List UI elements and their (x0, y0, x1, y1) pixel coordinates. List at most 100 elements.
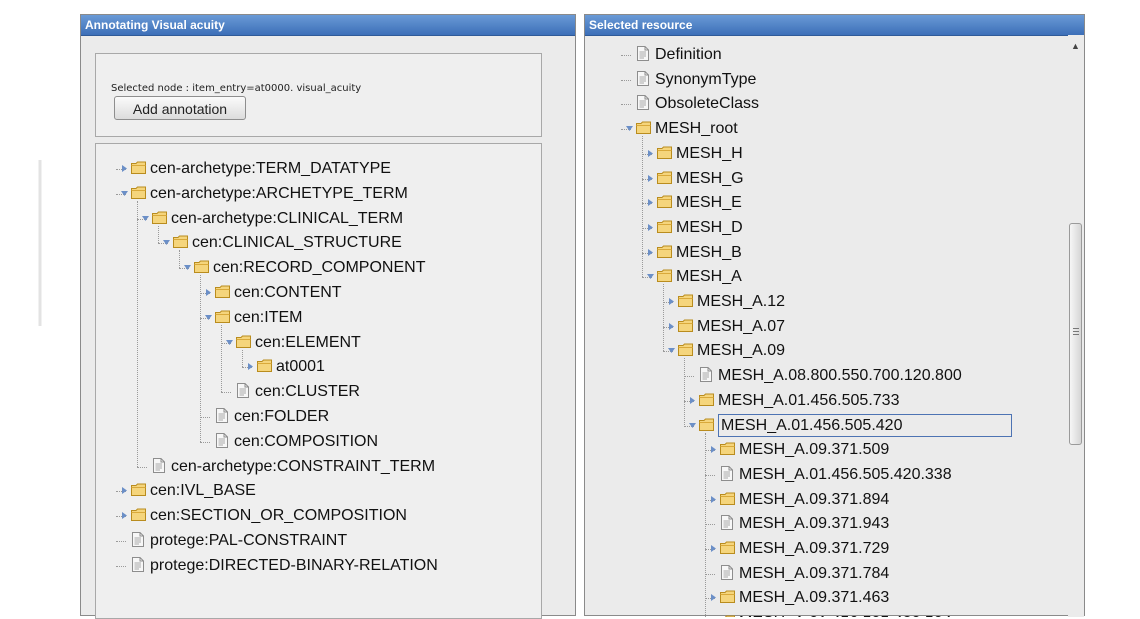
tree-node-mesh-d[interactable]: MESH_D (585, 217, 1070, 239)
vertical-scrollbar[interactable]: ▲ (1068, 35, 1084, 617)
tree-node-mesh-a-09-371-509[interactable]: MESH_A.09.371.509 (585, 439, 1070, 461)
expand-arrow-icon[interactable] (709, 544, 718, 553)
tree-node-mesh-a-09[interactable]: MESH_A.09 (585, 340, 1070, 362)
tree-node-mesh-g[interactable]: MESH_G (585, 168, 1070, 190)
tree-node-label[interactable]: MESH_A.09.371.784 (739, 563, 889, 584)
tree-node-label[interactable]: cen:FOLDER (234, 406, 329, 427)
add-annotation-button[interactable]: Add annotation (114, 96, 246, 120)
tree-node-label[interactable]: cen:ITEM (234, 307, 302, 328)
tree-node-label[interactable]: MESH_A.09.371.729 (739, 538, 889, 559)
tree-node-cen-folder[interactable]: cen:FOLDER (96, 406, 541, 428)
expand-arrow-icon[interactable] (709, 445, 718, 454)
tree-node-mesh-a[interactable]: MESH_A (585, 266, 1070, 288)
expand-arrow-icon[interactable] (646, 149, 655, 158)
tree-node-label[interactable]: MESH_B (676, 242, 742, 263)
tree-node-cen-archetype-clinical-term[interactable]: cen-archetype:CLINICAL_TERM (96, 208, 541, 230)
collapse-arrow-icon[interactable] (688, 421, 697, 430)
tree-node-cen-content[interactable]: cen:CONTENT (96, 282, 541, 304)
tree-node-mesh-e[interactable]: MESH_E (585, 192, 1070, 214)
tree-node-label[interactable]: cen:SECTION_OR_COMPOSITION (150, 505, 407, 526)
tree-node-mesh-a-09-371-729[interactable]: MESH_A.09.371.729 (585, 538, 1070, 560)
expand-arrow-icon[interactable] (646, 248, 655, 257)
tree-node-label[interactable]: cen:CLINICAL_STRUCTURE (192, 232, 402, 253)
collapse-arrow-icon[interactable] (120, 189, 129, 198)
scroll-up-arrow-icon[interactable]: ▲ (1071, 41, 1080, 51)
tree-node-label[interactable]: cen-archetype:ARCHETYPE_TERM (150, 183, 408, 204)
expand-arrow-icon[interactable] (688, 396, 697, 405)
tree-node-label[interactable]: ObsoleteClass (655, 93, 759, 114)
expand-arrow-icon[interactable] (646, 174, 655, 183)
tree-node-at0001[interactable]: at0001 (96, 356, 541, 378)
tree-node-mesh-b[interactable]: MESH_B (585, 242, 1070, 264)
tree-node-mesh-a-09-371-943[interactable]: MESH_A.09.371.943 (585, 513, 1070, 535)
tree-node-label[interactable]: cen:COMPOSITION (234, 431, 378, 452)
tree-node-label[interactable]: cen:IVL_BASE (150, 480, 256, 501)
tree-node-label[interactable]: cen-archetype:TERM_DATATYPE (150, 158, 391, 179)
tree-node-cen-record-component[interactable]: cen:RECORD_COMPONENT (96, 257, 541, 279)
tree-node-mesh-a-12[interactable]: MESH_A.12 (585, 291, 1070, 313)
tree-node-cen-ivl-base[interactable]: cen:IVL_BASE (96, 480, 541, 502)
tree-node-label[interactable]: MESH_D (676, 217, 743, 238)
tree-node-label[interactable]: MESH_A.09 (697, 340, 785, 361)
tree-node-label[interactable]: Definition (655, 44, 722, 65)
tree-node-mesh-a-01-456-505-420-338[interactable]: MESH_A.01.456.505.420.338 (585, 464, 1070, 486)
tree-node-cen-composition[interactable]: cen:COMPOSITION (96, 431, 541, 453)
expand-arrow-icon[interactable] (246, 362, 255, 371)
expand-arrow-icon[interactable] (120, 164, 129, 173)
tree-node-cen-element[interactable]: cen:ELEMENT (96, 332, 541, 354)
tree-node-label[interactable]: cen:RECORD_COMPONENT (213, 257, 425, 278)
tree-node-label[interactable]: MESH_A.12 (697, 291, 785, 312)
tree-node-mesh-a-09-371-463[interactable]: MESH_A.09.371.463 (585, 587, 1070, 609)
tree-node-label[interactable]: MESH_A.07 (697, 316, 785, 337)
tree-node-label[interactable]: MESH_A.01.456.505.420.338 (739, 464, 952, 485)
tree-node-mesh-a-01-456-505-733[interactable]: MESH_A.01.456.505.733 (585, 390, 1070, 412)
tree-node-cen-archetype-term-datatype[interactable]: cen-archetype:TERM_DATATYPE (96, 158, 541, 180)
tree-node-label[interactable]: MESH_root (655, 118, 738, 139)
tree-node-mesh-a-08-800-550-700-120-800[interactable]: MESH_A.08.800.550.700.120.800 (585, 365, 1070, 387)
tree-node-label[interactable]: protege:DIRECTED-BINARY-RELATION (150, 555, 438, 576)
tree-node-label[interactable]: MESH_A.01.456.505.733 (718, 390, 899, 411)
expand-arrow-icon[interactable] (667, 322, 676, 331)
tree-node-cen-item[interactable]: cen:ITEM (96, 307, 541, 329)
tree-node-label[interactable]: MESH_A.09.371.943 (739, 513, 889, 534)
tree-node-label[interactable]: MESH_A.09.371.894 (739, 489, 889, 510)
tree-node-mesh-a-09-371-894[interactable]: MESH_A.09.371.894 (585, 489, 1070, 511)
tree-node-mesh-a-09-371-784[interactable]: MESH_A.09.371.784 (585, 563, 1070, 585)
tree-node-mesh-a-01-456-505-420[interactable]: MESH_A.01.456.505.420 (585, 413, 1070, 437)
tree-node-label[interactable]: MESH_E (676, 192, 742, 213)
tree-node-label[interactable]: MESH_A.09.371.509 (739, 439, 889, 460)
tree-node-label[interactable]: SynonymType (655, 69, 756, 90)
tree-node-mesh-a-01-456-505-420-504[interactable]: MESH_A.01.456.505.420.504 (585, 612, 1070, 617)
tree-node-label[interactable]: cen:CLUSTER (255, 381, 360, 402)
collapse-arrow-icon[interactable] (141, 214, 150, 223)
tree-node-label[interactable]: MESH_A.01.456.505.420.504 (739, 612, 952, 617)
expand-arrow-icon[interactable] (709, 593, 718, 602)
expand-arrow-icon[interactable] (646, 198, 655, 207)
tree-node-label[interactable]: at0001 (276, 356, 325, 377)
collapse-arrow-icon[interactable] (225, 338, 234, 347)
collapse-arrow-icon[interactable] (162, 238, 171, 247)
collapse-arrow-icon[interactable] (667, 346, 676, 355)
tree-node-mesh-a-07[interactable]: MESH_A.07 (585, 316, 1070, 338)
tree-node-label[interactable]: MESH_A.08.800.550.700.120.800 (718, 365, 962, 386)
tree-node-cen-section-or-composition[interactable]: cen:SECTION_OR_COMPOSITION (96, 505, 541, 527)
tree-node-obsoleteclass[interactable]: ObsoleteClass (585, 93, 1070, 115)
tree-node-label[interactable]: MESH_H (676, 143, 743, 164)
tree-node-label[interactable]: MESH_G (676, 168, 744, 189)
expand-arrow-icon[interactable] (646, 223, 655, 232)
tree-node-label[interactable]: cen:ELEMENT (255, 332, 361, 353)
tree-node-label[interactable]: protege:PAL-CONSTRAINT (150, 530, 347, 551)
tree-node-cen-archetype-constraint-term[interactable]: cen-archetype:CONSTRAINT_TERM (96, 456, 541, 478)
expand-arrow-icon[interactable] (709, 495, 718, 504)
tree-node-synonymtype[interactable]: SynonymType (585, 69, 1070, 91)
expand-arrow-icon[interactable] (120, 486, 129, 495)
selected-tree-label[interactable]: MESH_A.01.456.505.420 (718, 413, 1012, 437)
collapse-arrow-icon[interactable] (204, 313, 213, 322)
expand-arrow-icon[interactable] (667, 297, 676, 306)
tree-node-label[interactable]: MESH_A (676, 266, 742, 287)
tree-node-label[interactable]: cen:CONTENT (234, 282, 342, 303)
tree-node-definition[interactable]: Definition (585, 44, 1070, 66)
tree-node-mesh-h[interactable]: MESH_H (585, 143, 1070, 165)
tree-node-label[interactable]: MESH_A.09.371.463 (739, 587, 889, 608)
tree-node-cen-clinical-structure[interactable]: cen:CLINICAL_STRUCTURE (96, 232, 541, 254)
